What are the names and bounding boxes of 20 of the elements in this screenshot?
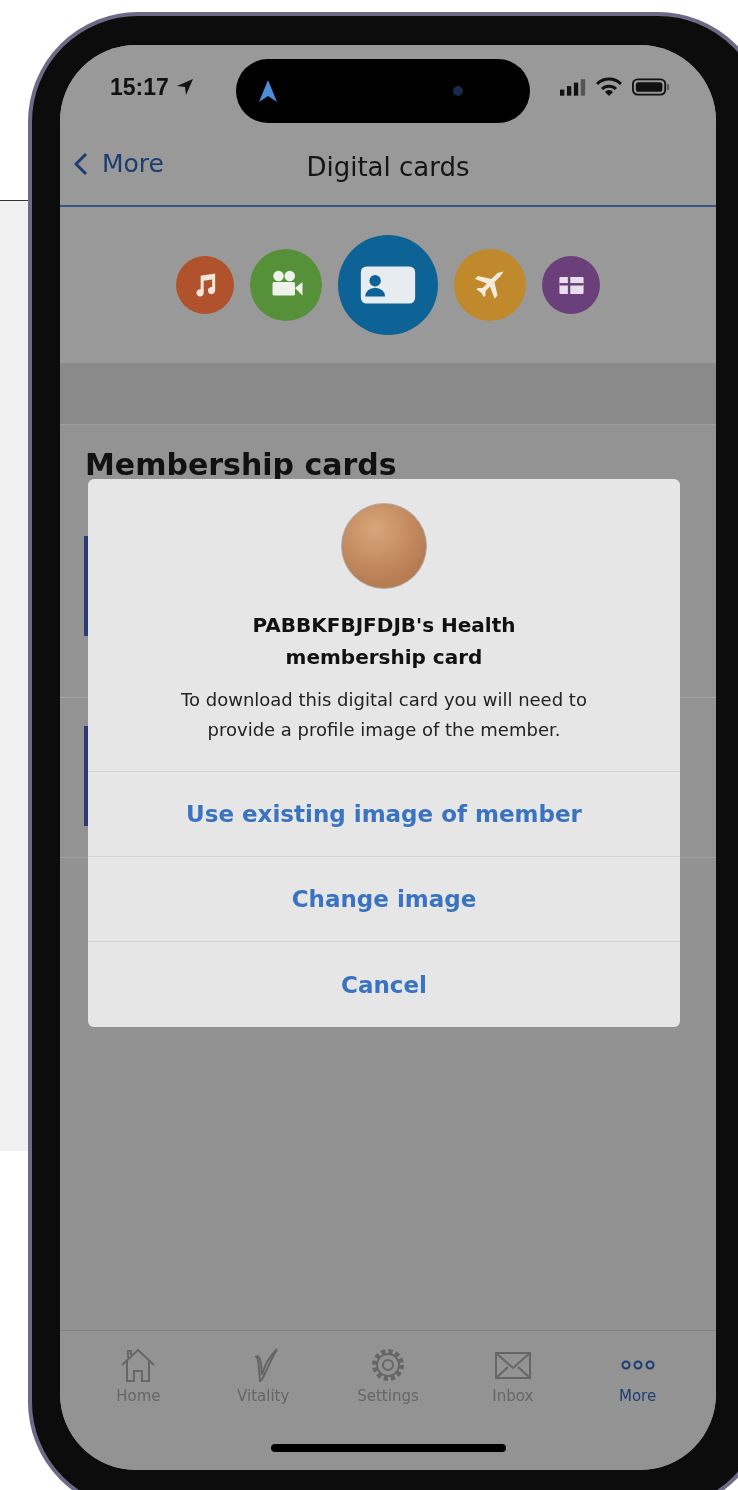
back-button[interactable]: More <box>74 149 164 178</box>
wifi-icon <box>596 77 622 97</box>
camera-dot-icon <box>452 85 464 97</box>
category-button[interactable] <box>176 256 234 314</box>
navigation-arrow-icon <box>258 79 278 103</box>
more-dots-icon <box>620 1360 655 1370</box>
id-card-icon <box>359 265 417 305</box>
dialog-action-button[interactable]: Use existing image of member <box>88 772 680 857</box>
signal-icon <box>560 78 586 96</box>
dialog-title: PABBKFBJFDJB's Health membership card <box>251 612 517 671</box>
dialog-action-button[interactable]: Cancel <box>88 942 680 1027</box>
dialog-action-button[interactable]: Change image <box>88 857 680 942</box>
chevron-left-icon <box>74 150 88 177</box>
screen-title: Digital cards <box>306 152 470 182</box>
status-time: 15:17 <box>110 73 169 101</box>
tab-bar-item[interactable]: More <box>589 1345 686 1411</box>
category-button[interactable] <box>542 256 600 314</box>
section-heading: Membership cards <box>84 447 398 482</box>
battery-icon <box>632 77 670 97</box>
dialog-message: To download this digital card you will need to provide a profile image of the member. <box>180 688 588 742</box>
